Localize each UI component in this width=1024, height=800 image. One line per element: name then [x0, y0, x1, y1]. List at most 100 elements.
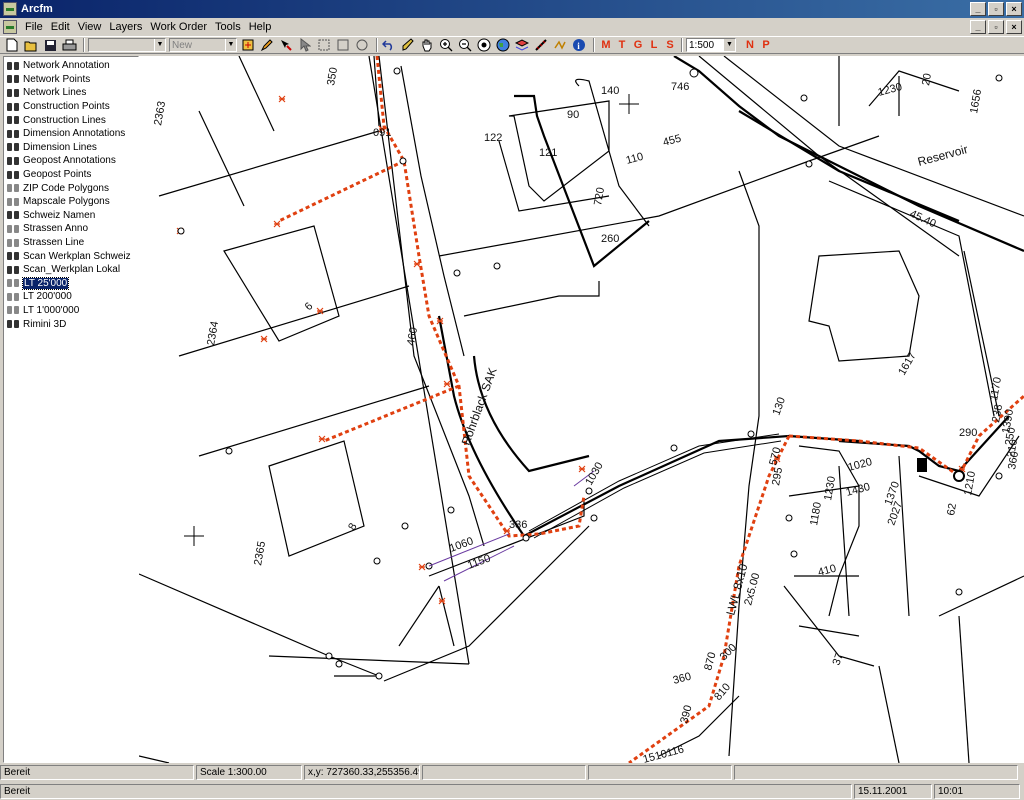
new-file-icon[interactable] — [4, 37, 20, 53]
layer-item[interactable]: LT 1'000'000 — [4, 304, 138, 318]
map-label: 90 — [567, 109, 579, 121]
menu-layers[interactable]: Layers — [105, 21, 146, 33]
maximize-button[interactable]: ▫ — [988, 2, 1004, 16]
menu-edit[interactable]: Edit — [47, 21, 74, 33]
layer-item[interactable]: Schweiz Namen — [4, 209, 138, 223]
layer-label: Network Lines — [23, 87, 87, 99]
open-folder-icon[interactable] — [23, 37, 39, 53]
layer-label: LT 25'000 — [21, 276, 70, 290]
layer-list: Network Annotation Network Points Network … — [3, 56, 139, 763]
map-view[interactable]: 2363 350 091 122 90 140 746 121 110 455 1230 20 Rese… — [139, 56, 1024, 763]
mode-m-button[interactable]: M — [598, 37, 614, 53]
pencil-icon[interactable] — [259, 37, 275, 53]
add-data-icon[interactable] — [240, 37, 256, 53]
brush-icon[interactable] — [400, 37, 416, 53]
status-coordinates: x,y: 727360.33,255356.49 — [304, 765, 420, 780]
mode-p-button[interactable]: P — [758, 37, 774, 53]
layer-item[interactable]: Geopost Points — [4, 168, 138, 182]
zoom-full-icon[interactable] — [476, 37, 492, 53]
layer-item[interactable]: Strassen Line — [4, 236, 138, 250]
zoom-in-icon[interactable] — [438, 37, 454, 53]
select-rectangle-icon[interactable] — [316, 37, 332, 53]
layer-label: Scan_Werkplan Lokal — [23, 264, 121, 276]
map-label: 1060 — [448, 535, 475, 555]
layer-label: Schweiz Namen — [23, 209, 96, 221]
layer-item[interactable]: Geopost Annotations — [4, 154, 138, 168]
edit-tool-icon[interactable] — [278, 37, 294, 53]
save-icon[interactable] — [42, 37, 58, 53]
layer-item[interactable]: Strassen Anno — [4, 222, 138, 236]
map-label: 37 — [831, 651, 846, 667]
map-label: 460 — [405, 326, 420, 346]
doc-minimize-button[interactable]: _ — [970, 20, 986, 34]
rectangle-icon[interactable] — [335, 37, 351, 53]
layer-item[interactable]: Dimension Annotations — [4, 127, 138, 141]
identify-icon[interactable]: i — [571, 37, 587, 53]
binoculars-icon — [7, 319, 20, 329]
network-trace-icon[interactable] — [552, 37, 568, 53]
globe-icon[interactable] — [495, 37, 511, 53]
layer-item[interactable]: Mapscale Polygons — [4, 195, 138, 209]
layer-label: ZIP Code Polygons — [23, 182, 109, 194]
binoculars-icon — [7, 88, 20, 98]
layer-item[interactable]: ZIP Code Polygons — [4, 181, 138, 195]
mode-s-button[interactable]: S — [662, 37, 678, 53]
map-label: 870 — [702, 651, 718, 672]
minimize-button[interactable]: _ — [970, 2, 986, 16]
layer-item[interactable]: Scan Werkplan Schweiz — [4, 249, 138, 263]
layer-label: Network Points — [23, 73, 91, 85]
menu-file[interactable]: File — [21, 21, 47, 33]
map-label: 1430 — [845, 481, 872, 499]
select-arrow-icon[interactable] — [297, 37, 313, 53]
layer-combo[interactable]: ▼ — [88, 38, 166, 52]
layer-label: Rimini 3D — [23, 318, 67, 330]
menu-help[interactable]: Help — [245, 21, 276, 33]
map-label: 290 — [959, 427, 977, 439]
layer-label: Construction Lines — [23, 114, 106, 126]
menu-view[interactable]: View — [74, 21, 106, 33]
undo-icon[interactable] — [381, 37, 397, 53]
map-label: 2365 — [252, 540, 268, 566]
map-label: 295 — [770, 466, 785, 486]
layer-item[interactable]: Network Points — [4, 73, 138, 87]
map-label: 336 — [509, 519, 527, 531]
map-label: Rohrblack SAK — [459, 366, 500, 447]
mode-t-button[interactable]: T — [614, 37, 630, 53]
map-canvas[interactable]: 2363 350 091 122 90 140 746 121 110 455 1230 20 Rese… — [139, 56, 1024, 763]
layer-item[interactable]: LT 200'000 — [4, 290, 138, 304]
map-label: 1510116 — [642, 743, 686, 763]
map-label: 360 — [672, 671, 693, 687]
zoom-out-icon[interactable] — [457, 37, 473, 53]
mode-l-button[interactable]: L — [646, 37, 662, 53]
cadastral-lines — [139, 56, 1024, 763]
status-pane-empty — [588, 765, 732, 780]
document-icon[interactable] — [3, 20, 17, 34]
map-layers-icon[interactable] — [514, 37, 530, 53]
layer-item[interactable]: Construction Points — [4, 100, 138, 114]
print-icon[interactable] — [61, 37, 77, 53]
doc-restore-button[interactable]: ▫ — [988, 20, 1004, 34]
doc-close-button[interactable]: × — [1006, 20, 1022, 34]
layer-item[interactable]: LT 25'000 — [4, 276, 138, 291]
circle-icon[interactable] — [354, 37, 370, 53]
network-line — [278, 56, 1024, 763]
mode-n-button[interactable]: N — [742, 37, 758, 53]
map-label: 1030 — [583, 460, 606, 487]
layer-item[interactable]: Rimini 3D — [4, 317, 138, 331]
mode-g-button[interactable]: G — [630, 37, 646, 53]
new-combo[interactable]: New ▼ — [169, 38, 237, 52]
menu-work-order[interactable]: Work Order — [146, 21, 211, 33]
layer-item[interactable]: Network Annotation — [4, 59, 138, 73]
measure-icon[interactable] — [533, 37, 549, 53]
layer-item[interactable]: Scan_Werkplan Lokal — [4, 263, 138, 277]
close-button[interactable]: × — [1006, 2, 1022, 16]
scale-select[interactable]: 1:500 ▼ — [686, 38, 736, 52]
layer-label: Dimension Annotations — [23, 128, 126, 140]
binoculars-icon — [7, 265, 20, 275]
layer-item[interactable]: Construction Lines — [4, 113, 138, 127]
map-label: 20 — [920, 72, 934, 86]
pan-hand-icon[interactable] — [419, 37, 435, 53]
menu-tools[interactable]: Tools — [211, 21, 245, 33]
layer-item[interactable]: Network Lines — [4, 86, 138, 100]
layer-item[interactable]: Dimension Lines — [4, 141, 138, 155]
